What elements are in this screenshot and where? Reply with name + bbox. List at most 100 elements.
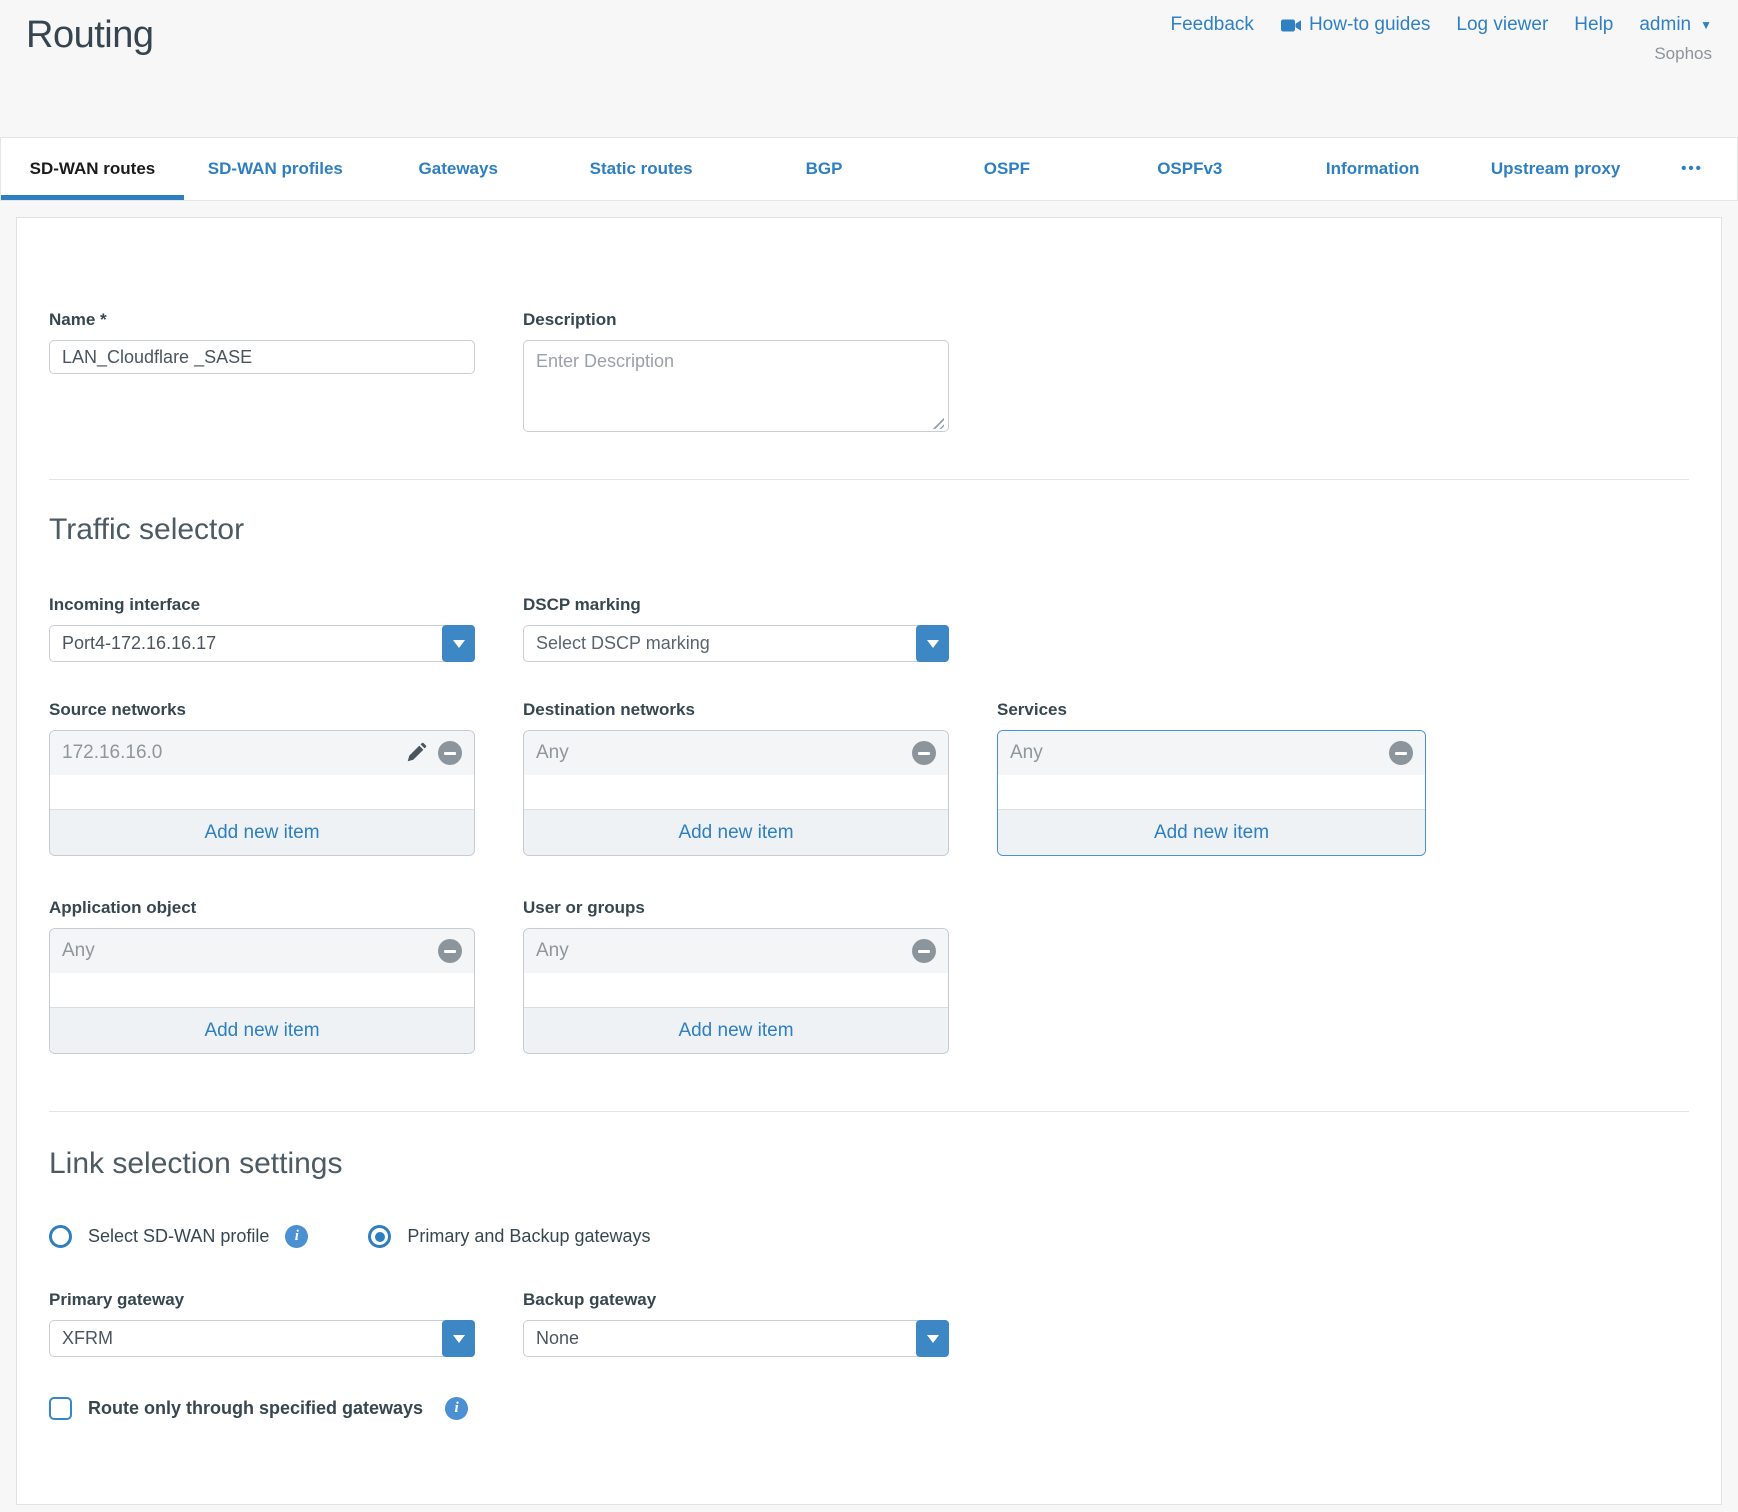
required-marker: * xyxy=(100,310,107,329)
brand-label: Sophos xyxy=(1170,44,1712,64)
primary-gateway-dropdown[interactable]: XFRM xyxy=(49,1320,475,1357)
app-users-row: Application object Any Add new item User… xyxy=(49,898,1689,1054)
description-textarea[interactable] xyxy=(523,340,949,432)
route-only-checkbox-label: Route only through specified gateways xyxy=(88,1398,423,1419)
listbox-empty-space xyxy=(998,775,1425,809)
link-selection-heading: Link selection settings xyxy=(49,1147,1689,1181)
listbox-empty-space xyxy=(524,775,948,809)
interface-dscp-row: Incoming interface Port4-172.16.16.17 DS… xyxy=(49,595,1689,662)
backup-gateway-value[interactable]: None xyxy=(523,1320,918,1357)
remove-item-icon[interactable] xyxy=(1389,741,1413,765)
tab-upstream-proxy[interactable]: Upstream proxy xyxy=(1464,138,1647,200)
admin-menu[interactable]: admin ▼ xyxy=(1639,14,1712,36)
networks-row: Source networks 172.16.16.0 Add new item… xyxy=(49,700,1689,856)
service-item-text: Any xyxy=(1010,742,1389,764)
remove-item-icon[interactable] xyxy=(438,741,462,765)
listbox-empty-space xyxy=(524,973,948,1007)
triangle-down-icon xyxy=(453,640,465,648)
help-link[interactable]: Help xyxy=(1574,14,1613,36)
dscp-marking-dropdown[interactable]: Select DSCP marking xyxy=(523,625,949,662)
radio-primary-backup-gateways-label: Primary and Backup gateways xyxy=(407,1226,650,1247)
howto-guides-link[interactable]: How-to guides xyxy=(1280,14,1430,36)
application-object-listbox: Any Add new item xyxy=(49,928,475,1054)
destination-networks-add-button[interactable]: Add new item xyxy=(524,809,948,855)
primary-gateway-dropdown-button[interactable] xyxy=(442,1320,475,1357)
info-icon[interactable]: i xyxy=(445,1397,468,1420)
caret-down-icon: ▼ xyxy=(1700,18,1712,32)
name-description-row: Name * Description xyxy=(49,310,1689,437)
traffic-selector-heading: Traffic selector xyxy=(49,513,1689,547)
triangle-down-icon xyxy=(927,640,939,648)
service-item: Any xyxy=(998,731,1425,775)
gateway-mode-radio-group: Select SD-WAN profile i Primary and Back… xyxy=(49,1225,1689,1248)
tab-static-routes[interactable]: Static routes xyxy=(550,138,733,200)
services-add-button[interactable]: Add new item xyxy=(998,809,1425,855)
source-network-item-text: 172.16.16.0 xyxy=(62,742,404,764)
triangle-down-icon xyxy=(453,1335,465,1343)
divider-traffic-selector xyxy=(49,479,1689,480)
tab-ospf[interactable]: OSPF xyxy=(915,138,1098,200)
info-icon[interactable]: i xyxy=(285,1225,308,1248)
header-links: Feedback How-to guides Log viewer Help a… xyxy=(1170,14,1712,36)
route-only-row: Route only through specified gateways i xyxy=(49,1397,1689,1420)
dscp-marking-value[interactable]: Select DSCP marking xyxy=(523,625,918,662)
tab-information[interactable]: Information xyxy=(1281,138,1464,200)
gateways-row: Primary gateway XFRM Backup gateway None xyxy=(49,1290,1689,1357)
route-edit-card: Name * Description Traffic selector Inco… xyxy=(16,217,1722,1505)
video-camera-icon xyxy=(1280,18,1302,33)
services-listbox: Any Add new item xyxy=(997,730,1426,856)
dscp-marking-label: DSCP marking xyxy=(523,595,949,615)
divider-link-selection xyxy=(49,1111,1689,1112)
primary-gateway-value[interactable]: XFRM xyxy=(49,1320,444,1357)
listbox-empty-space xyxy=(50,775,474,809)
user-or-groups-item-text: Any xyxy=(536,940,912,962)
application-object-item: Any xyxy=(50,929,474,973)
remove-item-icon[interactable] xyxy=(438,939,462,963)
application-object-add-button[interactable]: Add new item xyxy=(50,1007,474,1053)
services-label: Services xyxy=(997,700,1426,720)
tab-sdwan-profiles[interactable]: SD-WAN profiles xyxy=(184,138,367,200)
listbox-empty-space xyxy=(50,973,474,1007)
user-or-groups-listbox: Any Add new item xyxy=(523,928,949,1054)
backup-gateway-label: Backup gateway xyxy=(523,1290,949,1310)
page-header: Routing Feedback How-to guides Log viewe… xyxy=(0,0,1738,137)
radio-primary-backup-gateways[interactable] xyxy=(368,1225,391,1248)
triangle-down-icon xyxy=(927,1335,939,1343)
incoming-interface-dropdown[interactable]: Port4-172.16.16.17 xyxy=(49,625,475,662)
destination-networks-listbox: Any Add new item xyxy=(523,730,949,856)
tab-ospfv3[interactable]: OSPFv3 xyxy=(1098,138,1281,200)
application-object-item-text: Any xyxy=(62,940,438,962)
tab-overflow-ellipsis[interactable]: ••• xyxy=(1647,138,1737,200)
remove-item-icon[interactable] xyxy=(912,939,936,963)
user-or-groups-item: Any xyxy=(524,929,948,973)
destination-network-item: Any xyxy=(524,731,948,775)
source-network-item: 172.16.16.0 xyxy=(50,731,474,775)
routing-tabbar: SD-WAN routes SD-WAN profiles Gateways S… xyxy=(0,137,1738,201)
user-or-groups-add-button[interactable]: Add new item xyxy=(524,1007,948,1053)
incoming-interface-value[interactable]: Port4-172.16.16.17 xyxy=(49,625,444,662)
application-object-label: Application object xyxy=(49,898,475,918)
feedback-link[interactable]: Feedback xyxy=(1170,14,1253,36)
name-label: Name * xyxy=(49,310,475,330)
header-right: Feedback How-to guides Log viewer Help a… xyxy=(1170,14,1712,64)
edit-pencil-icon[interactable] xyxy=(404,741,428,765)
tab-gateways[interactable]: Gateways xyxy=(367,138,550,200)
dscp-dropdown-button[interactable] xyxy=(916,625,949,662)
tab-sdwan-routes[interactable]: SD-WAN routes xyxy=(1,138,184,200)
backup-gateway-dropdown-button[interactable] xyxy=(916,1320,949,1357)
destination-network-item-text: Any xyxy=(536,742,912,764)
radio-select-sdwan-profile[interactable] xyxy=(49,1225,72,1248)
radio-select-sdwan-profile-label: Select SD-WAN profile xyxy=(88,1226,269,1247)
route-only-checkbox[interactable] xyxy=(49,1397,72,1420)
source-networks-add-button[interactable]: Add new item xyxy=(50,809,474,855)
source-networks-label: Source networks xyxy=(49,700,475,720)
name-input[interactable] xyxy=(49,340,475,374)
primary-gateway-label: Primary gateway xyxy=(49,1290,475,1310)
incoming-interface-dropdown-button[interactable] xyxy=(442,625,475,662)
user-or-groups-label: User or groups xyxy=(523,898,949,918)
log-viewer-link[interactable]: Log viewer xyxy=(1456,14,1548,36)
destination-networks-label: Destination networks xyxy=(523,700,949,720)
tab-bgp[interactable]: BGP xyxy=(733,138,916,200)
backup-gateway-dropdown[interactable]: None xyxy=(523,1320,949,1357)
remove-item-icon[interactable] xyxy=(912,741,936,765)
